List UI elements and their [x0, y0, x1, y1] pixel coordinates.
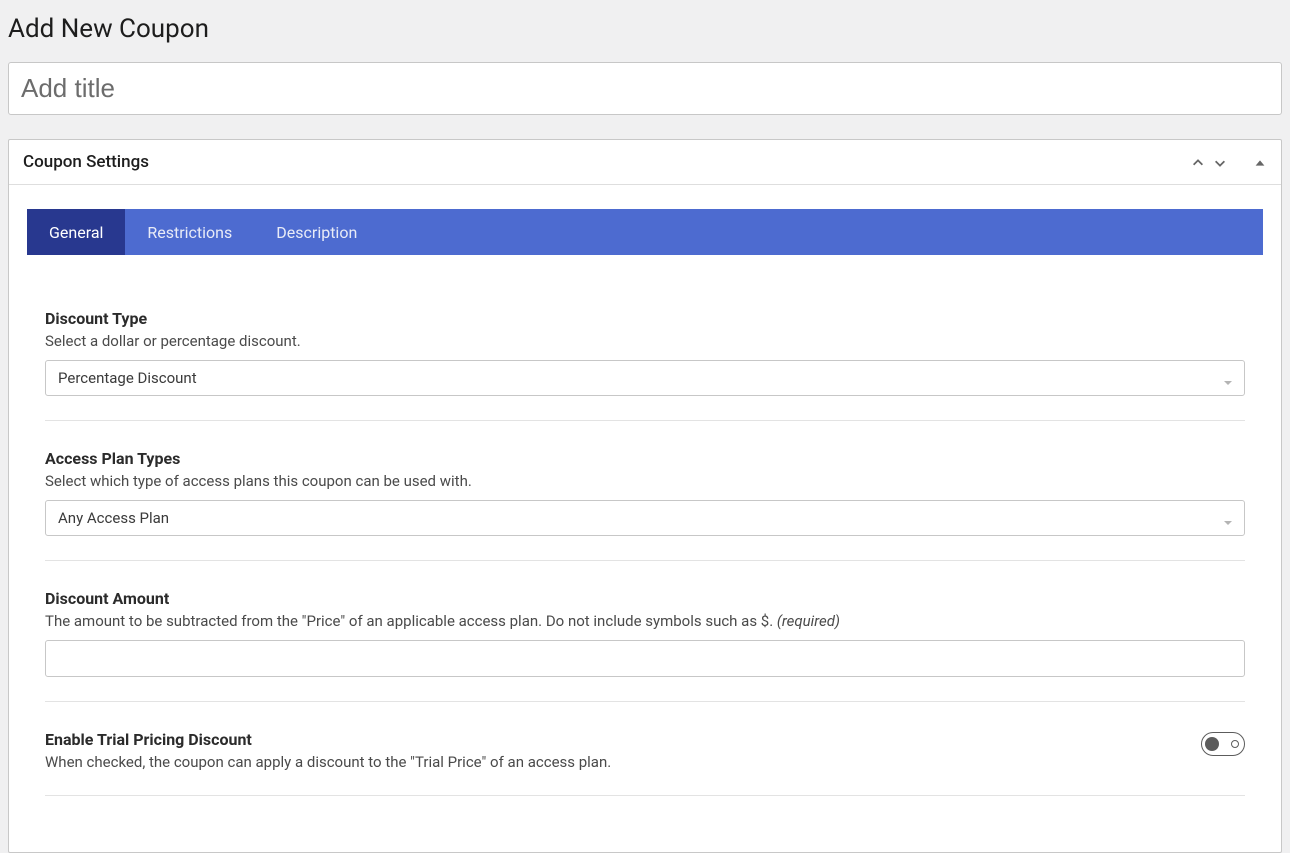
title-input-container [0, 62, 1290, 139]
coupon-settings-panel: Coupon Settings General Restrictions Des… [8, 139, 1282, 853]
discount-amount-description-text: The amount to be subtracted from the "Pr… [45, 612, 777, 630]
discount-amount-input[interactable] [45, 640, 1245, 677]
discount-type-description: Select a dollar or percentage discount. [45, 332, 1245, 350]
panel-collapse-icon[interactable] [1253, 155, 1267, 169]
toggle-knob-on-icon [1231, 740, 1239, 748]
access-plan-types-description: Select which type of access plans this c… [45, 472, 1245, 490]
discount-type-label: Discount Type [45, 309, 1245, 328]
discount-type-select[interactable]: Percentage Discount [45, 360, 1245, 396]
panel-body: General Restrictions Description Discoun… [9, 185, 1281, 852]
field-access-plan-types: Access Plan Types Select which type of a… [45, 449, 1245, 561]
field-discount-amount: Discount Amount The amount to be subtrac… [45, 589, 1245, 702]
tab-description[interactable]: Description [254, 209, 379, 255]
tab-bar: General Restrictions Description [27, 209, 1263, 255]
access-plan-types-select[interactable]: Any Access Plan [45, 500, 1245, 536]
chevron-up-icon[interactable] [1191, 155, 1205, 169]
discount-amount-label: Discount Amount [45, 589, 1245, 608]
panel-header: Coupon Settings [9, 140, 1281, 185]
trial-pricing-description: When checked, the coupon can apply a dis… [45, 753, 1171, 771]
tab-restrictions[interactable]: Restrictions [125, 209, 254, 255]
access-plan-types-select-wrap: Any Access Plan [45, 500, 1245, 536]
chevron-down-icon[interactable] [1213, 155, 1227, 169]
tab-general[interactable]: General [27, 209, 125, 255]
panel-controls [1191, 155, 1267, 169]
discount-amount-description: The amount to be subtracted from the "Pr… [45, 612, 1245, 630]
toggle-knob-off-icon [1205, 737, 1219, 751]
trial-pricing-toggle[interactable] [1201, 732, 1245, 756]
discount-amount-required: (required) [777, 612, 840, 630]
panel-title: Coupon Settings [23, 152, 149, 172]
discount-type-select-wrap: Percentage Discount [45, 360, 1245, 396]
trial-pricing-label: Enable Trial Pricing Discount [45, 730, 1171, 749]
title-input[interactable] [8, 62, 1282, 115]
field-discount-type: Discount Type Select a dollar or percent… [45, 309, 1245, 421]
form-content: Discount Type Select a dollar or percent… [27, 255, 1263, 834]
page-title: Add New Coupon [0, 0, 1290, 62]
field-trial-pricing: Enable Trial Pricing Discount When check… [45, 730, 1245, 796]
access-plan-types-label: Access Plan Types [45, 449, 1245, 468]
